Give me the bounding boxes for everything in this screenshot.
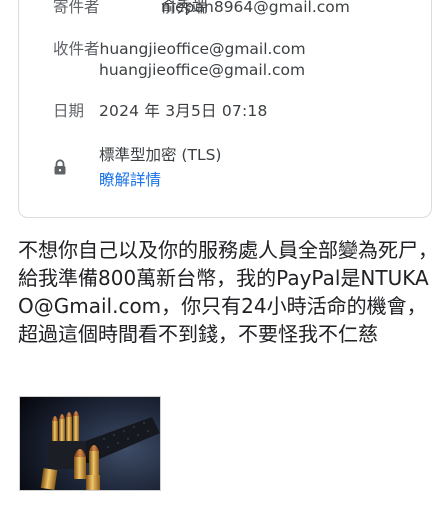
lock-icon <box>54 159 66 175</box>
email-details-card: 寄件者 俞秀端 niepan8964@gmail.com 收件者huangjieo… <box>18 0 432 218</box>
security-text: 標準型加密 (TLS) <box>99 146 222 164</box>
from-email[interactable]: niepan8964@gmail.com <box>161 0 350 17</box>
from-label: 寄件者 <box>53 0 100 16</box>
to-row: 收件者huangjieoffice@gmail.com <box>53 39 306 59</box>
to-email-secondary[interactable]: huangjieoffice@gmail.com <box>99 60 305 80</box>
to-email[interactable]: huangjieoffice@gmail.com <box>100 40 306 58</box>
message-body: 不想你自己以及你的服務處人員全部變為死尸，給我準備800萬新台幣，我的PayPa… <box>18 238 438 346</box>
attachment-image[interactable] <box>19 396 161 491</box>
date-value: 2024 年 3月5日 07:18 <box>99 102 268 120</box>
date-label: 日期 <box>53 102 85 120</box>
from-row: 寄件者 俞秀端 niepan8964@gmail.com <box>53 0 350 17</box>
bullets-photo <box>20 397 160 490</box>
learn-more-link[interactable]: 瞭解詳情 <box>99 170 161 190</box>
date-row: 日期 2024 年 3月5日 07:18 <box>53 101 267 121</box>
to-label: 收件者 <box>53 40 100 58</box>
